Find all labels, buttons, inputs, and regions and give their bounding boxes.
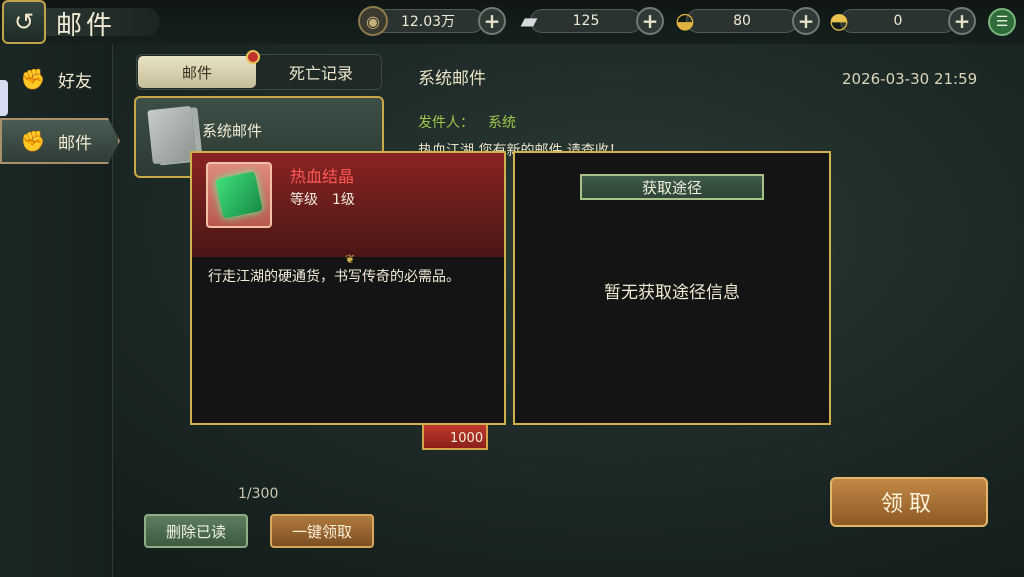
mail-count: 1/300: [238, 486, 279, 502]
silver-currency: 125: [530, 9, 642, 33]
yuanbao-icon: ◓: [829, 8, 849, 34]
item-name: 热血结晶: [290, 167, 355, 186]
crystal-icon: [215, 171, 263, 219]
tab-death-record[interactable]: 死亡记录: [262, 56, 380, 88]
gold-ingot-icon: ◒: [675, 8, 695, 34]
sidebar-item-friends[interactable]: ✊ 好友: [0, 56, 112, 102]
item-level-value: 1级: [332, 192, 355, 208]
ornament-icon: ❦: [344, 252, 356, 266]
yuanbao-currency: 0: [840, 9, 956, 33]
no-source-text: 暂无获取途径信息: [604, 283, 740, 303]
sender-label: 发件人：: [418, 115, 474, 131]
reward-quantity: 1000: [450, 431, 484, 446]
gold-currency: 80: [686, 9, 798, 33]
notification-dot: [246, 50, 260, 64]
page-title: 邮件: [56, 11, 117, 41]
item-level-label: 等级: [290, 192, 318, 208]
fist-icon: ✊: [20, 129, 46, 153]
add-silver-button[interactable]: +: [636, 7, 664, 35]
item-description: 行走江湖的硬通货，书写传奇的必需品。: [208, 269, 460, 285]
claim-all-button[interactable]: 一键领取: [270, 514, 374, 548]
add-yuanbao-button[interactable]: +: [948, 7, 976, 35]
fist-icon: ✊: [20, 67, 46, 91]
sidebar-item-label: 好友: [58, 71, 92, 92]
mail-date: 2026-03-30 21:59: [842, 70, 978, 88]
back-arrow-icon: ↺: [13, 8, 35, 36]
mail-detail-title: 系统邮件: [418, 69, 486, 89]
silver-ingot-icon: ▰: [520, 8, 538, 34]
back-button[interactable]: ↺: [2, 0, 46, 44]
mail-item-title: 系统邮件: [202, 122, 263, 140]
silver-value: 125: [572, 13, 600, 29]
sender-value: 系统: [488, 115, 516, 131]
delete-read-button[interactable]: 删除已读: [144, 514, 248, 548]
add-copper-button[interactable]: +: [478, 7, 506, 35]
sidebar-item-mail[interactable]: ✊ 邮件: [0, 118, 112, 164]
menu-list-button[interactable]: ☰: [988, 8, 1016, 36]
tab-mail[interactable]: 邮件: [138, 56, 256, 88]
claim-button[interactable]: 领取: [830, 477, 988, 527]
copper-currency: 12.03万: [372, 9, 484, 33]
copper-value: 12.03万: [400, 14, 456, 30]
source-title: 获取途径: [580, 174, 764, 200]
item-icon-frame: [206, 162, 272, 228]
coin-icon: ◉: [358, 6, 388, 36]
yuanbao-value: 0: [893, 13, 903, 29]
gold-value: 80: [733, 13, 751, 29]
add-gold-button[interactable]: +: [792, 7, 820, 35]
sidebar-item-label: 邮件: [58, 133, 92, 154]
